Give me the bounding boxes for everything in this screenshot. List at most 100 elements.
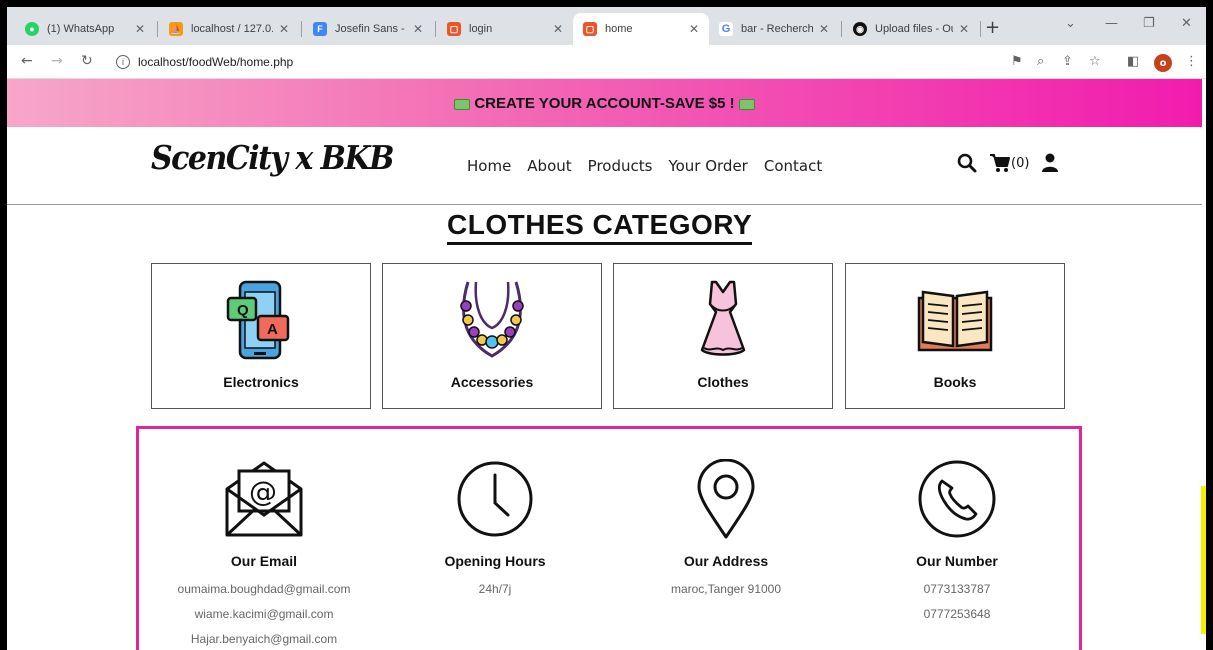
category-card-accessories[interactable]: Accessories bbox=[382, 263, 602, 409]
main-nav: Home About Products Your Order Contact bbox=[467, 157, 822, 175]
close-icon[interactable]: ✕ bbox=[819, 22, 829, 36]
close-icon[interactable]: ✕ bbox=[689, 22, 699, 36]
contact-heading: Our Address bbox=[683, 553, 769, 569]
html-file-icon: ▢ bbox=[447, 22, 461, 36]
phone-icon bbox=[918, 460, 996, 538]
minimize-icon[interactable]: — bbox=[1105, 16, 1118, 31]
svg-text:@: @ bbox=[249, 475, 277, 508]
contact-values: 0773133787 0777253648 bbox=[842, 577, 1072, 627]
promo-banner[interactable]: CREATE YOUR ACCOUNT-SAVE $5 ! bbox=[7, 79, 1202, 127]
window-close-icon[interactable]: ✕ bbox=[1181, 16, 1192, 31]
cart-icon[interactable] bbox=[989, 153, 1011, 173]
money-icon bbox=[454, 98, 471, 110]
contact-address: Our Address maroc,Tanger 91000 bbox=[611, 459, 841, 602]
dress-icon bbox=[700, 280, 746, 356]
email-envelope-icon: @ bbox=[225, 461, 303, 537]
tab-title: Josefin Sans - Goo bbox=[335, 23, 407, 35]
email-value[interactable]: Hajar.benyaich@gmail.com bbox=[149, 627, 379, 650]
forward-icon[interactable]: → bbox=[51, 53, 63, 69]
category-label: Accessories bbox=[450, 374, 534, 390]
contact-hours: Opening Hours 24h/7j bbox=[380, 459, 610, 602]
tab-title: login bbox=[469, 23, 493, 35]
close-icon[interactable]: ✕ bbox=[135, 22, 145, 36]
category-card-clothes[interactable]: Clothes bbox=[613, 263, 833, 409]
email-value[interactable]: oumaima.boughdad@gmail.com bbox=[149, 577, 379, 602]
html-file-icon: ▢ bbox=[583, 22, 597, 36]
cart-count[interactable]: (0) bbox=[1011, 156, 1029, 171]
tab-whatsapp[interactable]: ● (1) WhatsApp ✕ bbox=[15, 13, 155, 45]
address-bar-row: ← → ↻ i localhost/foodWeb/home.php ⚑ ⌕ ⇪… bbox=[7, 45, 1206, 79]
tab-phpmyadmin[interactable]: ⛵ localhost / 127.0.0 ✕ bbox=[159, 13, 299, 45]
close-icon[interactable]: ✕ bbox=[279, 22, 289, 36]
restore-icon[interactable]: ❐ bbox=[1143, 16, 1155, 31]
svg-text:A: A bbox=[267, 321, 278, 338]
user-icon[interactable] bbox=[1041, 153, 1059, 173]
tab-title: home bbox=[605, 23, 633, 35]
close-icon[interactable]: ✕ bbox=[959, 22, 969, 36]
browser-window: ● (1) WhatsApp ✕ ⛵ localhost / 127.0.0 ✕… bbox=[7, 7, 1206, 650]
contact-heading: Opening Hours bbox=[444, 553, 546, 569]
tab-title: Upload files - Ou bbox=[875, 23, 953, 35]
bookmark-star-icon[interactable]: ☆ bbox=[1089, 54, 1101, 69]
translate-icon[interactable]: ⚑ bbox=[1011, 54, 1023, 69]
search-icon[interactable] bbox=[957, 153, 977, 173]
reload-icon[interactable]: ↻ bbox=[81, 53, 93, 69]
category-card-electronics[interactable]: Q A Electronics bbox=[151, 263, 371, 409]
tab-google-search[interactable]: G bar - Recherche G ✕ bbox=[709, 13, 839, 45]
tab-home[interactable]: ▢ home ✕ bbox=[573, 13, 709, 45]
nav-contact[interactable]: Contact bbox=[764, 157, 822, 175]
contact-heading: Our Email bbox=[230, 553, 298, 569]
hours-value: 24h/7j bbox=[478, 582, 512, 596]
site-logo[interactable]: ScenCity x BKB bbox=[151, 139, 394, 178]
nav-home[interactable]: Home bbox=[467, 157, 511, 175]
tab-title: bar - Recherche G bbox=[741, 23, 813, 35]
promo-text: CREATE YOUR ACCOUNT-SAVE $5 ! bbox=[474, 94, 735, 112]
contact-section: @ Our Email oumaima.boughdad@gmail.com w… bbox=[136, 426, 1082, 650]
email-value[interactable]: wiame.kacimi@gmail.com bbox=[149, 602, 379, 627]
whatsapp-icon: ● bbox=[25, 22, 39, 36]
tab-github[interactable]: ◉ Upload files - Ou ✕ bbox=[843, 13, 979, 45]
contact-values: oumaima.boughdad@gmail.com wiame.kacimi@… bbox=[149, 577, 379, 650]
address-bar[interactable]: i localhost/foodWeb/home.php bbox=[110, 49, 1005, 75]
location-pin-icon bbox=[697, 459, 755, 539]
site-header: ScenCity x BKB Home About Products Your … bbox=[7, 127, 1202, 205]
phpmyadmin-icon: ⛵ bbox=[169, 22, 183, 36]
category-title: CLOTHES CATEGORY bbox=[447, 209, 753, 245]
google-fonts-icon: F bbox=[313, 22, 327, 36]
profile-avatar[interactable]: o bbox=[1154, 54, 1172, 72]
smartphone-chat-icon: Q A bbox=[226, 280, 290, 360]
contact-values: 24h/7j bbox=[380, 577, 610, 602]
tab-google-fonts[interactable]: F Josefin Sans - Goo ✕ bbox=[303, 13, 433, 45]
github-icon: ◉ bbox=[853, 22, 867, 36]
contact-number: Our Number 0773133787 0777253648 bbox=[842, 459, 1072, 627]
zoom-icon[interactable]: ⌕ bbox=[1037, 54, 1044, 69]
back-icon[interactable]: ← bbox=[21, 53, 33, 69]
category-label: Electronics bbox=[223, 374, 299, 390]
category-card-books[interactable]: Books bbox=[845, 263, 1065, 409]
scrollbar-thumb[interactable] bbox=[1201, 486, 1206, 634]
tab-search-icon[interactable]: ⌄ bbox=[1065, 16, 1076, 31]
header-icons: (0) bbox=[957, 153, 1059, 173]
open-book-icon bbox=[917, 290, 993, 352]
address-value: maroc,Tanger 91000 bbox=[670, 582, 782, 596]
menu-icon[interactable]: ⋮ bbox=[1185, 54, 1198, 69]
info-icon[interactable]: i bbox=[116, 55, 130, 69]
tab-login[interactable]: ▢ login ✕ bbox=[437, 13, 573, 45]
nav-your-order[interactable]: Your Order bbox=[668, 157, 747, 175]
nav-about[interactable]: About bbox=[527, 157, 571, 175]
nav-products[interactable]: Products bbox=[588, 157, 653, 175]
phone-value[interactable]: 0773133787 bbox=[842, 577, 1072, 602]
new-tab-icon[interactable]: + bbox=[985, 17, 1000, 38]
necklace-icon bbox=[460, 281, 524, 358]
tab-strip: ● (1) WhatsApp ✕ ⛵ localhost / 127.0.0 ✕… bbox=[7, 7, 1206, 45]
url-text[interactable]: localhost/foodWeb/home.php bbox=[138, 55, 293, 69]
close-icon[interactable]: ✕ bbox=[413, 22, 423, 36]
close-icon[interactable]: ✕ bbox=[553, 22, 563, 36]
google-icon: G bbox=[719, 22, 733, 36]
category-label: Books bbox=[933, 374, 977, 390]
phone-value[interactable]: 0777253648 bbox=[842, 602, 1072, 627]
share-icon[interactable]: ⇪ bbox=[1062, 54, 1073, 69]
svg-text:Q: Q bbox=[237, 302, 249, 319]
category-label: Clothes bbox=[697, 374, 749, 390]
side-panel-icon[interactable]: ◧ bbox=[1127, 54, 1139, 69]
